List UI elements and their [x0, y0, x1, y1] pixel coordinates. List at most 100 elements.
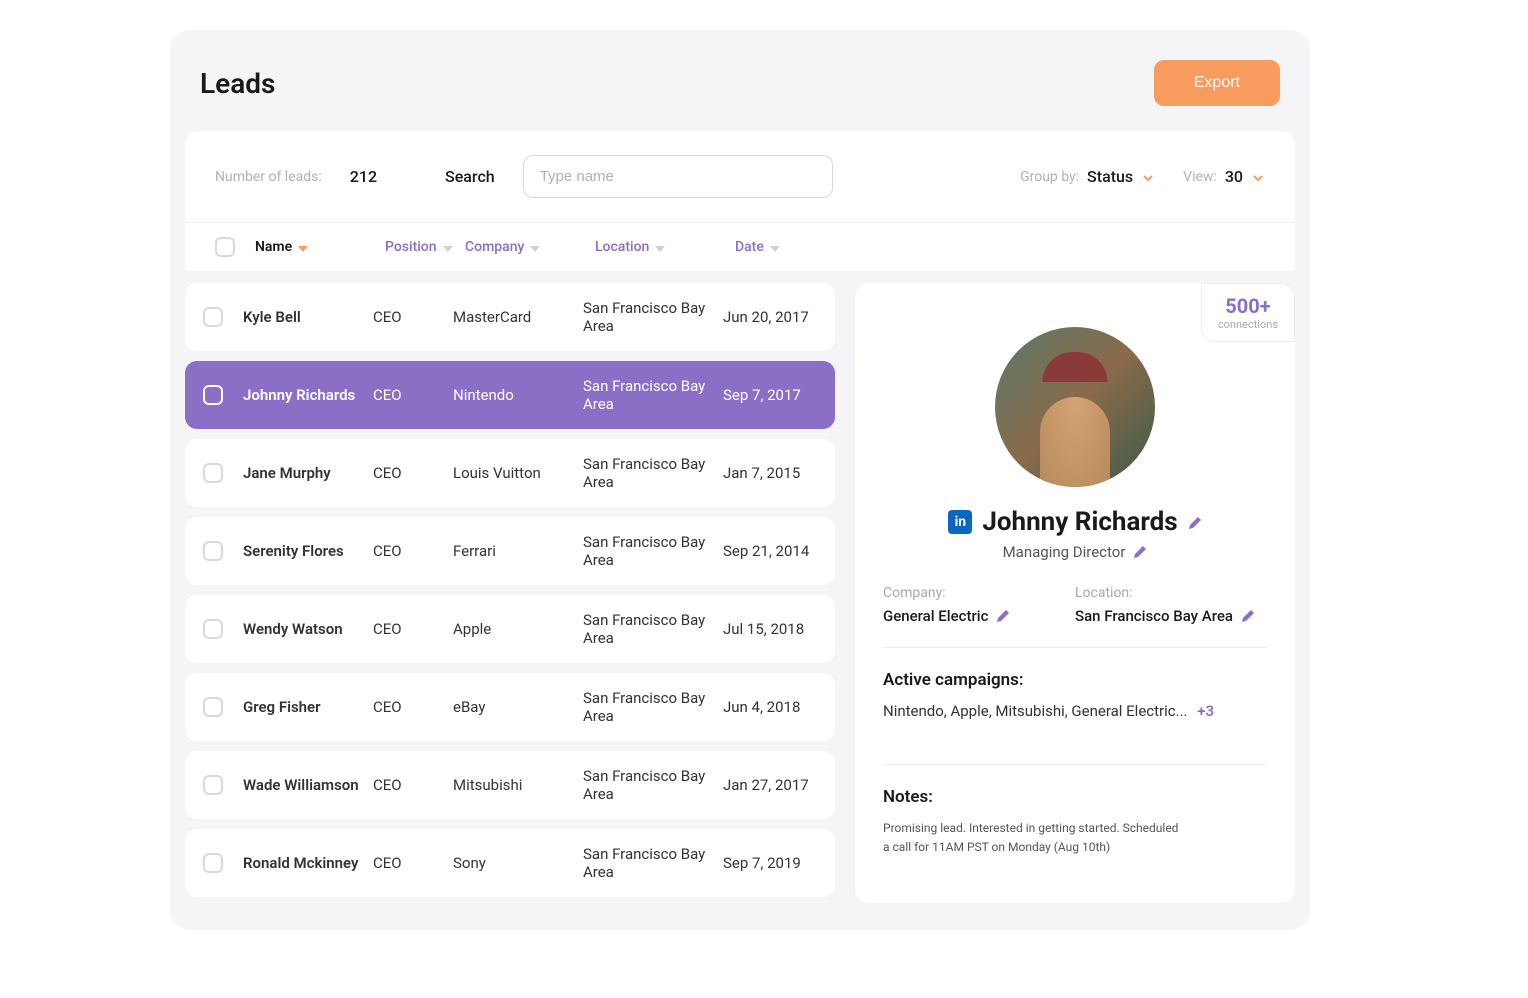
- cell-date: Sep 7, 2019: [723, 854, 823, 872]
- cell-company: eBay: [453, 698, 583, 716]
- cell-date: Jun 4, 2018: [723, 698, 823, 716]
- cell-location: San Francisco Bay Area: [583, 299, 723, 335]
- group-by-dropdown[interactable]: Group by: Status: [1020, 167, 1155, 186]
- cell-company: Ferrari: [453, 542, 583, 560]
- edit-icon[interactable]: [1188, 515, 1202, 529]
- table-row[interactable]: Serenity FloresCEOFerrariSan Francisco B…: [185, 517, 835, 585]
- cell-name: Wade Williamson: [243, 776, 373, 794]
- table-row[interactable]: Johnny RichardsCEONintendoSan Francisco …: [185, 361, 835, 429]
- edit-icon[interactable]: [1241, 609, 1255, 623]
- cell-position: CEO: [373, 464, 453, 482]
- campaigns-title: Active campaigns:: [883, 670, 1267, 690]
- sort-icon: [443, 242, 453, 252]
- cell-position: CEO: [373, 386, 453, 404]
- row-checkbox[interactable]: [203, 775, 223, 795]
- group-by-value: Status: [1087, 167, 1133, 186]
- row-checkbox[interactable]: [203, 385, 223, 405]
- page-title: Leads: [200, 67, 275, 100]
- cell-date: Jan 27, 2017: [723, 776, 823, 794]
- row-checkbox[interactable]: [203, 463, 223, 483]
- column-position[interactable]: Position: [385, 239, 465, 255]
- column-location[interactable]: Location: [595, 239, 735, 255]
- sort-icon: [530, 242, 540, 252]
- table-row[interactable]: Greg FisherCEOeBaySan Francisco Bay Area…: [185, 673, 835, 741]
- notes-title: Notes:: [883, 787, 1267, 807]
- page-header: Leads Export: [170, 60, 1310, 131]
- table-row[interactable]: Jane MurphyCEOLouis VuittonSan Francisco…: [185, 439, 835, 507]
- column-company[interactable]: Company: [465, 239, 595, 255]
- cell-name: Ronald Mckinney: [243, 854, 373, 872]
- connections-label: connections: [1218, 318, 1278, 331]
- table-header: Name Position Company Location Date: [185, 222, 1295, 271]
- select-all-checkbox[interactable]: [215, 237, 235, 257]
- detail-location: San Francisco Bay Area: [1075, 607, 1233, 625]
- table-row[interactable]: Kyle BellCEOMasterCardSan Francisco Bay …: [185, 283, 835, 351]
- column-name[interactable]: Name: [255, 239, 385, 255]
- column-date[interactable]: Date: [735, 239, 845, 255]
- notes-section: Notes: Promising lead. Interested in get…: [883, 764, 1267, 879]
- cell-company: Sony: [453, 854, 583, 872]
- detail-panel: 500+ connections in Johnny Richards Mana…: [855, 283, 1295, 903]
- sort-icon: [770, 242, 780, 252]
- row-checkbox[interactable]: [203, 619, 223, 639]
- cell-position: CEO: [373, 698, 453, 716]
- cell-location: San Francisco Bay Area: [583, 377, 723, 413]
- cell-date: Sep 7, 2017: [723, 386, 823, 404]
- linkedin-icon[interactable]: in: [948, 510, 972, 534]
- chevron-down-icon: [1251, 170, 1265, 184]
- view-dropdown[interactable]: View: 30: [1183, 167, 1265, 186]
- cell-name: Serenity Flores: [243, 542, 373, 560]
- cell-name: Jane Murphy: [243, 464, 373, 482]
- location-label: Location:: [1075, 585, 1267, 601]
- export-button[interactable]: Export: [1154, 60, 1280, 106]
- table-row[interactable]: Ronald MckinneyCEOSonySan Francisco Bay …: [185, 829, 835, 897]
- row-checkbox[interactable]: [203, 697, 223, 717]
- connections-count: 500+: [1218, 294, 1278, 318]
- cell-location: San Francisco Bay Area: [583, 767, 723, 803]
- cell-position: CEO: [373, 776, 453, 794]
- row-checkbox[interactable]: [203, 541, 223, 561]
- cell-company: Nintendo: [453, 386, 583, 404]
- leads-table: Kyle BellCEOMasterCardSan Francisco Bay …: [185, 283, 835, 903]
- view-value: 30: [1225, 167, 1243, 186]
- cell-company: Louis Vuitton: [453, 464, 583, 482]
- detail-name-row: in Johnny Richards: [883, 507, 1267, 537]
- detail-name: Johnny Richards: [982, 507, 1177, 537]
- row-checkbox[interactable]: [203, 307, 223, 327]
- connections-badge: 500+ connections: [1201, 283, 1295, 342]
- cell-name: Kyle Bell: [243, 308, 373, 326]
- detail-company: General Electric: [883, 607, 988, 625]
- search-label: Search: [445, 167, 495, 186]
- company-label: Company:: [883, 585, 1075, 601]
- campaigns-list: Nintendo, Apple, Mitsubishi, General Ele…: [883, 702, 1267, 720]
- cell-date: Jul 15, 2018: [723, 620, 823, 638]
- filters-bar: Number of leads: 212 Search Group by: St…: [185, 131, 1295, 222]
- cell-date: Sep 21, 2014: [723, 542, 823, 560]
- campaigns-section: Active campaigns: Nintendo, Apple, Mitsu…: [883, 670, 1267, 742]
- table-row[interactable]: Wade WilliamsonCEOMitsubishiSan Francisc…: [185, 751, 835, 819]
- cell-name: Wendy Watson: [243, 620, 373, 638]
- lead-count-label: Number of leads:: [215, 169, 322, 185]
- cell-date: Jan 7, 2015: [723, 464, 823, 482]
- cell-location: San Francisco Bay Area: [583, 845, 723, 881]
- avatar: [995, 327, 1155, 487]
- sort-descending-icon: [298, 242, 308, 252]
- cell-location: San Francisco Bay Area: [583, 611, 723, 647]
- search-input[interactable]: [523, 155, 833, 198]
- cell-company: Mitsubishi: [453, 776, 583, 794]
- cell-position: CEO: [373, 542, 453, 560]
- edit-icon[interactable]: [996, 609, 1010, 623]
- cell-position: CEO: [373, 854, 453, 872]
- edit-icon[interactable]: [1133, 545, 1147, 559]
- cell-company: Apple: [453, 620, 583, 638]
- campaigns-more[interactable]: +3: [1197, 702, 1214, 720]
- cell-company: MasterCard: [453, 308, 583, 326]
- table-row[interactable]: Wendy WatsonCEOAppleSan Francisco Bay Ar…: [185, 595, 835, 663]
- leads-page: Leads Export Number of leads: 212 Search…: [170, 30, 1310, 930]
- detail-role: Managing Director: [1003, 543, 1126, 561]
- cell-location: San Francisco Bay Area: [583, 689, 723, 725]
- notes-text: Promising lead. Interested in getting st…: [883, 819, 1267, 857]
- view-label: View:: [1183, 169, 1217, 185]
- sort-icon: [655, 242, 665, 252]
- row-checkbox[interactable]: [203, 853, 223, 873]
